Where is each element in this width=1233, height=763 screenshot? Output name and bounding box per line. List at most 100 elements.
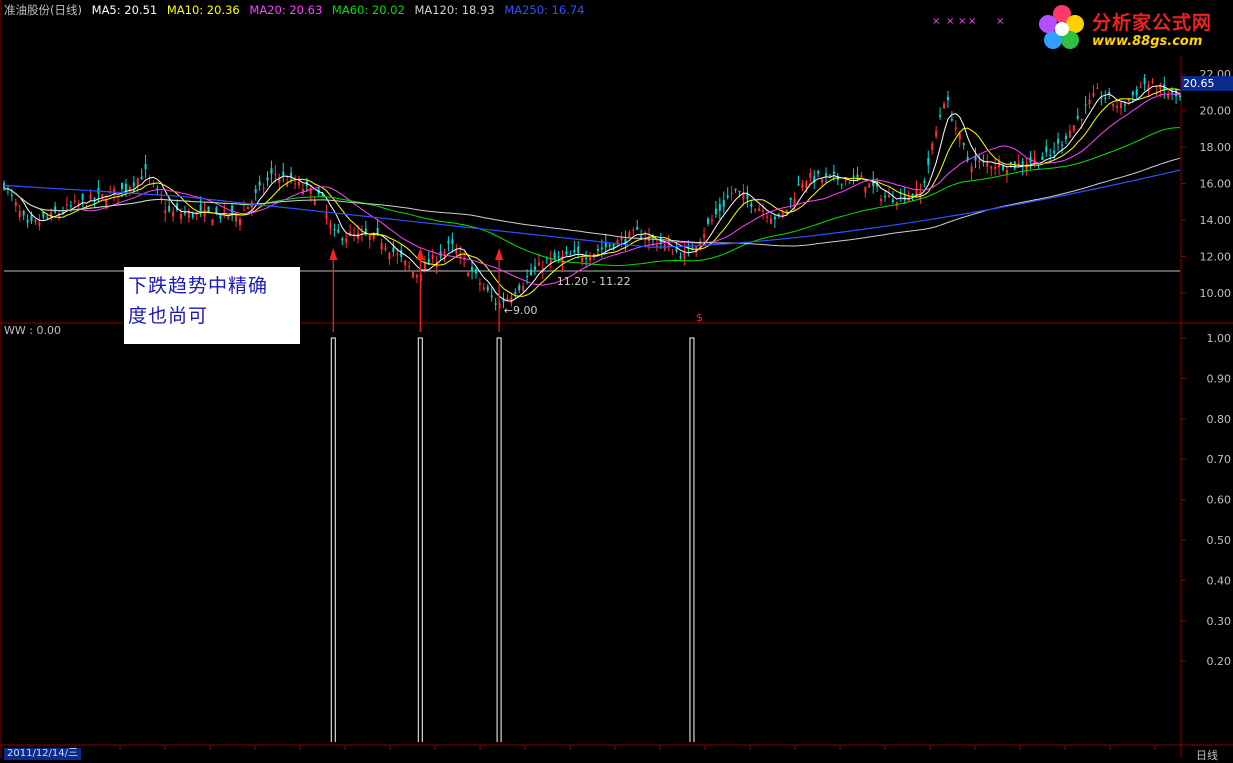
ma5-value: MA5: 20.51 [91, 3, 158, 17]
candle-body [290, 172, 293, 178]
candle-body [26, 219, 29, 223]
candle-body [1116, 106, 1119, 108]
candle-body [722, 200, 725, 207]
candle-body [533, 266, 536, 270]
candle-body [329, 223, 332, 229]
ww-tick-label: 1.00 [1207, 332, 1232, 345]
candle-body [14, 202, 17, 206]
indicator-header: 准油股份(日线) MA5: 20.51 MA10: 20.36 MA20: 20… [4, 2, 591, 18]
candle-body [1104, 97, 1107, 99]
candle-body [887, 195, 890, 198]
period-label[interactable]: 日线 [1196, 747, 1218, 763]
site-logo: 分析家公式网 www.88gs.com [1036, 2, 1231, 54]
stock-chart[interactable]: $11.20 - 11.22←9.00× × × × × 22.0020.0018.00… [0, 0, 1233, 758]
candle-body [754, 209, 757, 211]
y-tick-label: 16.00 [1200, 178, 1232, 191]
marker-icon: × [968, 16, 976, 27]
candle-body [825, 173, 828, 176]
ww-tick-label: 0.70 [1207, 453, 1232, 466]
candle-body [18, 210, 21, 218]
ww-tick-label: 0.80 [1207, 413, 1232, 426]
candle-body [577, 246, 580, 253]
candle-body [396, 253, 399, 256]
candle-body [943, 103, 946, 109]
candle-body [1057, 138, 1060, 144]
candle-body [640, 236, 643, 239]
candle-body [223, 210, 226, 212]
price-annotation: 11.20 - 11.22 [557, 275, 631, 288]
candle-body [683, 251, 686, 259]
candle-body [199, 204, 202, 211]
candle-body [990, 166, 993, 169]
candle-body [927, 158, 930, 165]
candle-body [750, 203, 753, 207]
candle-body [569, 254, 572, 256]
ww-tick-label: 0.60 [1207, 494, 1232, 507]
candle-body [164, 210, 167, 213]
candle-body [573, 250, 576, 253]
candle-body [730, 193, 733, 195]
marker-icon: × [958, 16, 966, 27]
flower-logo-icon [1039, 5, 1084, 49]
candle-body [447, 240, 450, 244]
candle-body [769, 218, 772, 224]
candle-body [482, 287, 485, 290]
candle-body [1123, 104, 1126, 106]
candle-body [494, 303, 497, 305]
candle-body [297, 181, 300, 186]
candle-body [797, 184, 800, 186]
candle-body [388, 252, 391, 260]
candle-body [345, 238, 348, 243]
candle-body [738, 191, 741, 193]
candle-body [600, 247, 603, 250]
candle-body [809, 173, 812, 179]
candle-body [817, 170, 820, 174]
candle-body [1179, 95, 1181, 98]
candle-body [392, 247, 395, 253]
candle-body [1131, 91, 1134, 96]
candle-body [585, 257, 588, 259]
y-tick-label: 14.00 [1200, 214, 1232, 227]
candle-body [235, 216, 238, 222]
candle-body [191, 213, 194, 218]
candle-body [404, 260, 407, 266]
ma10-value: MA10: 20.36 [166, 3, 240, 17]
candle-body [1064, 135, 1067, 140]
buy-arrow-icon [329, 248, 338, 260]
candle-body [1049, 154, 1052, 156]
candle-body [537, 262, 540, 266]
candle-body [884, 195, 887, 198]
price-annotation: ←9.00 [504, 304, 538, 317]
candle-body [935, 131, 938, 137]
candle-body [168, 205, 171, 212]
candle-body [620, 237, 623, 241]
y-tick-label: 20.00 [1200, 105, 1232, 118]
candle-body [632, 229, 635, 231]
candle-body [1092, 92, 1095, 97]
candle-body [880, 199, 883, 202]
candle-body [179, 213, 182, 219]
candle-body [384, 247, 387, 251]
candle-body [636, 226, 639, 230]
candle-body [471, 267, 474, 272]
candle-body [679, 256, 682, 259]
candle-body [120, 182, 123, 190]
candle-body [274, 173, 277, 175]
candle-body [313, 199, 316, 206]
candle-body [1041, 156, 1044, 160]
candle-body [789, 197, 792, 200]
candle-body [994, 166, 997, 169]
candle-body [38, 222, 41, 226]
candle-body [954, 127, 957, 130]
candle-body [1135, 89, 1138, 96]
candle-body [1139, 87, 1142, 89]
ww-indicator-panel [330, 337, 695, 742]
ww-tick-label: 0.50 [1207, 534, 1232, 547]
candle-body [463, 259, 466, 261]
candle-body [136, 178, 139, 186]
candle-body [581, 257, 584, 262]
candle-body [707, 218, 710, 224]
candle-body [486, 286, 489, 291]
candle-body [1112, 103, 1115, 107]
candle-body [773, 216, 776, 220]
